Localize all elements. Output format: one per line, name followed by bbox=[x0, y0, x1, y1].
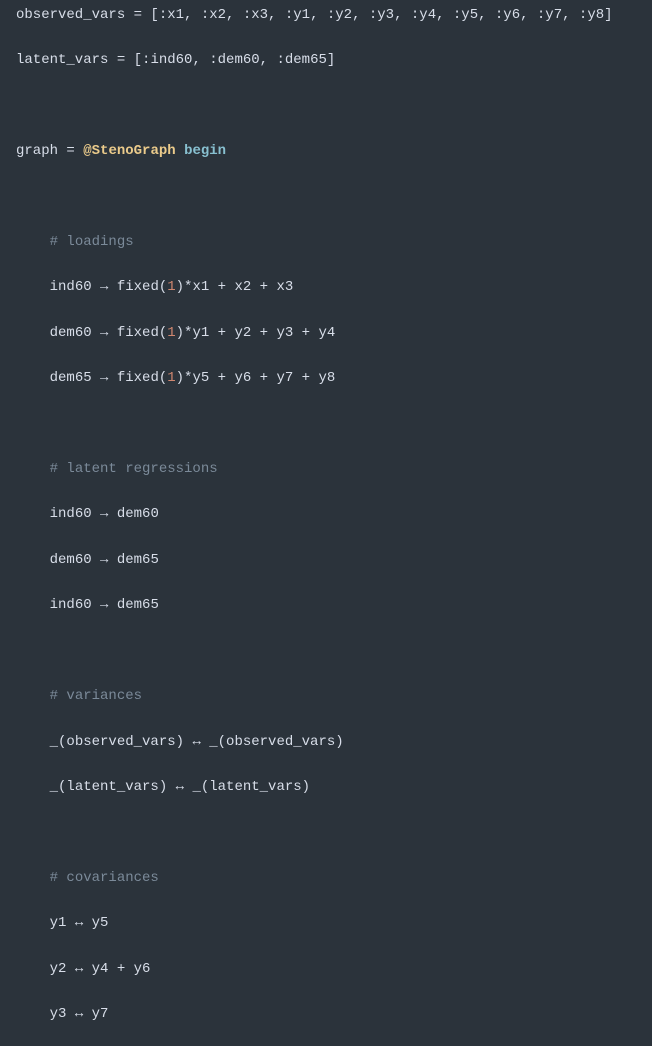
token-ident: ind60 bbox=[50, 279, 100, 295]
token-ident: ind60 bbox=[50, 506, 100, 522]
code-block: observed_vars = [:x1, :x2, :x3, :y1, :y2… bbox=[0, 0, 652, 1046]
token-ident: y7 bbox=[83, 1006, 108, 1022]
token-ident: fixed( bbox=[108, 370, 167, 386]
token-comment: # latent regressions bbox=[50, 461, 218, 477]
token-ident: y3 bbox=[50, 1006, 75, 1022]
token-ident: ind60 bbox=[50, 597, 100, 613]
token-ident: )*y1 + y2 + y3 + y4 bbox=[176, 325, 336, 341]
code-line: _(latent_vars) ↔ _(latent_vars) bbox=[16, 776, 652, 799]
token-ident: y4 + y6 bbox=[83, 961, 150, 977]
token-symbols: :ind60, :dem60, :dem65 bbox=[142, 52, 327, 68]
token-number: 1 bbox=[167, 370, 175, 386]
code-line: graph = @StenoGraph begin bbox=[16, 140, 652, 163]
code-line: _(observed_vars) ↔ _(observed_vars) bbox=[16, 731, 652, 754]
code-line: # latent regressions bbox=[16, 458, 652, 481]
token-ident: dem60 bbox=[50, 325, 100, 341]
blank-line bbox=[16, 821, 652, 844]
token-ident: fixed( bbox=[108, 279, 167, 295]
token-number: 1 bbox=[167, 279, 175, 295]
bidir-arrow-icon: ↔ bbox=[75, 961, 83, 977]
bidir-arrow-icon: ↔ bbox=[75, 1006, 83, 1022]
code-line: ind60 → dem65 bbox=[16, 594, 652, 617]
token-ident: dem65 bbox=[108, 552, 158, 568]
code-line: # variances bbox=[16, 685, 652, 708]
token-ident: )*y5 + y6 + y7 + y8 bbox=[176, 370, 336, 386]
token-op: = bbox=[117, 52, 125, 68]
token-ident: dem60 bbox=[50, 552, 100, 568]
token-ident: graph bbox=[16, 143, 66, 159]
token-comment: # loadings bbox=[50, 234, 134, 250]
arrow-icon: → bbox=[100, 597, 108, 613]
token-op: = bbox=[134, 7, 142, 23]
token-symbols: :x1, :x2, :x3, :y1, :y2, :y3, :y4, :y5, … bbox=[159, 7, 604, 23]
token-ident: _(observed_vars) bbox=[50, 734, 193, 750]
token-number: 1 bbox=[167, 325, 175, 341]
bidir-arrow-icon: ↔ bbox=[176, 779, 184, 795]
code-line: ind60 → fixed(1)*x1 + x2 + x3 bbox=[16, 276, 652, 299]
code-line: dem60 → dem65 bbox=[16, 549, 652, 572]
code-line: latent_vars = [:ind60, :dem60, :dem65] bbox=[16, 49, 652, 72]
token-comment: # covariances bbox=[50, 870, 159, 886]
token-ident: dem60 bbox=[108, 506, 158, 522]
blank-line bbox=[16, 413, 652, 436]
token-ident: _(latent_vars) bbox=[184, 779, 310, 795]
code-line: # covariances bbox=[16, 867, 652, 890]
token-comment: # variances bbox=[50, 688, 142, 704]
token-macro: @StenoGraph bbox=[83, 143, 175, 159]
token-ident: fixed( bbox=[108, 325, 167, 341]
token-op: = bbox=[66, 143, 74, 159]
token-punct: [ bbox=[125, 52, 142, 68]
token-ident: y5 bbox=[83, 915, 108, 931]
token-ident: latent_vars bbox=[16, 52, 117, 68]
token-ident: dem65 bbox=[50, 370, 100, 386]
code-line: y3 ↔ y7 bbox=[16, 1003, 652, 1026]
bidir-arrow-icon: ↔ bbox=[192, 734, 200, 750]
token-keyword: begin bbox=[184, 143, 226, 159]
bidir-arrow-icon: ↔ bbox=[75, 915, 83, 931]
blank-line bbox=[16, 95, 652, 118]
token-punct: ] bbox=[604, 7, 612, 23]
code-line: dem65 → fixed(1)*y5 + y6 + y7 + y8 bbox=[16, 367, 652, 390]
code-line: dem60 → fixed(1)*y1 + y2 + y3 + y4 bbox=[16, 322, 652, 345]
token-ident: y2 bbox=[50, 961, 75, 977]
token-space bbox=[75, 143, 83, 159]
blank-line bbox=[16, 186, 652, 209]
blank-line bbox=[16, 640, 652, 663]
arrow-icon: → bbox=[100, 552, 108, 568]
code-line: # loadings bbox=[16, 231, 652, 254]
token-ident: dem65 bbox=[108, 597, 158, 613]
token-punct: [ bbox=[142, 7, 159, 23]
code-line: observed_vars = [:x1, :x2, :x3, :y1, :y2… bbox=[16, 4, 652, 27]
token-ident: y1 bbox=[50, 915, 75, 931]
token-punct: ] bbox=[327, 52, 335, 68]
code-line: y2 ↔ y4 + y6 bbox=[16, 958, 652, 981]
token-ident: observed_vars bbox=[16, 7, 134, 23]
code-line: y1 ↔ y5 bbox=[16, 912, 652, 935]
token-ident: _(latent_vars) bbox=[50, 779, 176, 795]
token-space bbox=[176, 143, 184, 159]
token-ident: )*x1 + x2 + x3 bbox=[176, 279, 294, 295]
token-ident: _(observed_vars) bbox=[201, 734, 344, 750]
